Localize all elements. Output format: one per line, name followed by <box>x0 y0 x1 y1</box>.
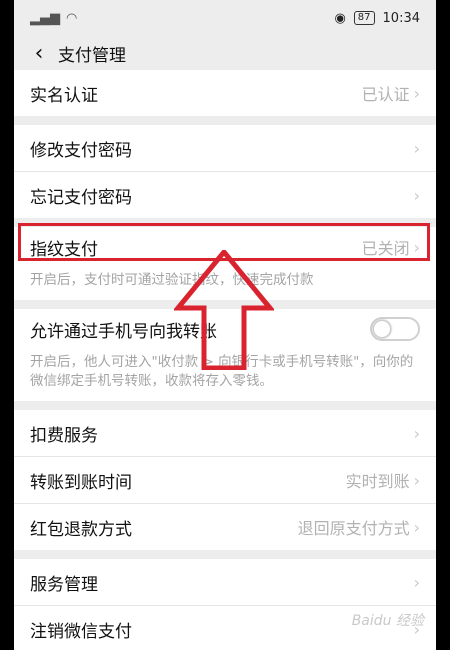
chevron-right-icon: › <box>413 423 420 443</box>
chevron-right-icon: › <box>413 138 420 158</box>
chevron-right-icon: › <box>413 83 420 103</box>
row-label: 修改支付密码 <box>30 140 132 161</box>
row-label: 服务管理 <box>30 574 98 595</box>
chevron-right-icon: › <box>413 572 420 592</box>
fingerprint-description: 开启后，支付时可通过验证指纹，快速完成付款 <box>30 272 314 288</box>
card-phone-transfer: 允许通过手机号向我转账 开启后，他人可进入"收付款 > 向银行卡或手机号转账"，… <box>14 309 436 401</box>
row-label: 忘记支付密码 <box>30 187 132 208</box>
card-password: 修改支付密码 › 忘记支付密码 › <box>14 125 436 218</box>
watermark: Baidu 经验 <box>351 613 424 629</box>
card-fingerprint: 指纹支付 已关闭 › 开启后，支付时可通过验证指纹，快速完成付款 <box>14 227 436 300</box>
chevron-right-icon: › <box>413 470 420 490</box>
row-service-management[interactable]: 服务管理 › <box>14 559 436 606</box>
row-transfer-time[interactable]: 转账到账时间 实时到账 › <box>14 457 436 504</box>
section-gap <box>14 218 436 227</box>
row-label: 扣费服务 <box>30 425 98 446</box>
status-time: 10:34 <box>382 10 420 26</box>
row-right: 已认证 › <box>362 81 420 105</box>
chevron-right-icon: › <box>413 517 420 537</box>
row-modify-password[interactable]: 修改支付密码 › <box>14 125 436 172</box>
status-right: ◉ 87 10:34 <box>334 11 420 26</box>
signal-icon: ▂▄▆ <box>30 10 60 26</box>
section-gap <box>14 550 436 559</box>
row-value: 已关闭 <box>361 239 410 258</box>
phone-transfer-toggle[interactable] <box>370 317 420 341</box>
row-label: 注销微信支付 <box>30 621 132 642</box>
row-value: 实时到账 <box>345 472 410 491</box>
row-label: 转账到账时间 <box>30 472 132 493</box>
row-fingerprint-pay[interactable]: 指纹支付 已关闭 › <box>14 227 436 267</box>
row-phone-transfer: 允许通过手机号向我转账 <box>14 309 436 349</box>
status-bar: ▂▄▆ ◠ ◉ 87 10:34 <box>14 0 436 36</box>
page-title: 支付管理 <box>58 45 126 66</box>
card-services: 扣费服务 › 转账到账时间 实时到账 › 红包退款方式 退回原支付方式 › <box>14 410 436 550</box>
nav-bar: ‹ 支付管理 <box>14 36 436 70</box>
toggle-knob <box>373 320 391 338</box>
battery-indicator: 87 <box>353 11 375 25</box>
phone-transfer-description: 开启后，他人可进入"收付款 > 向银行卡或手机号转账"，向你的微信绑定手机号转账… <box>30 354 414 389</box>
phone-screen: ▂▄▆ ◠ ◉ 87 10:34 ‹ 支付管理 实名认证 已认证 › 修改支付密… <box>14 0 436 650</box>
row-value: 已认证 <box>361 85 410 104</box>
row-value: 退回原支付方式 <box>297 519 410 538</box>
card-management: 服务管理 › 注销微信支付 › <box>14 559 436 650</box>
row-deduct-service[interactable]: 扣费服务 › <box>14 410 436 457</box>
row-right: 已关闭 › <box>362 235 420 259</box>
row-right: 实时到账 › <box>346 468 420 492</box>
row-refund-method[interactable]: 红包退款方式 退回原支付方式 › <box>14 504 436 550</box>
row-label: 红包退款方式 <box>30 519 132 540</box>
chevron-right-icon: › <box>413 237 420 257</box>
section-gap <box>14 401 436 410</box>
section-gap <box>14 116 436 125</box>
row-label: 允许通过手机号向我转账 <box>30 321 217 342</box>
row-realname[interactable]: 实名认证 已认证 › <box>14 70 436 116</box>
chevron-right-icon: › <box>413 185 420 205</box>
section-gap <box>14 300 436 309</box>
row-right: 退回原支付方式 › <box>298 515 420 539</box>
back-arrow-icon[interactable]: ‹ <box>24 38 54 68</box>
row-label: 实名认证 <box>30 85 98 106</box>
signal-indicators: ▂▄▆ ◠ <box>30 11 77 26</box>
row-forget-password[interactable]: 忘记支付密码 › <box>14 172 436 218</box>
eye-icon: ◉ <box>334 10 346 26</box>
row-label: 指纹支付 <box>30 239 98 260</box>
card-realname: 实名认证 已认证 › <box>14 70 436 116</box>
wifi-icon: ◠ <box>66 10 78 26</box>
